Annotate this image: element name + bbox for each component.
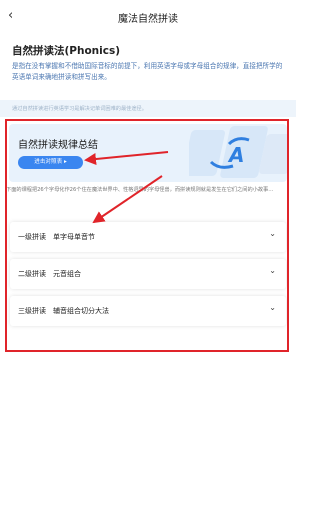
annotation-red-box <box>5 119 289 352</box>
tip-bar: 通过自然拼读进行英语学习是解决记单词困难的最佳途径。 <box>0 100 296 117</box>
tip-text: 通过自然拼读进行英语学习是解决记单词困难的最佳途径。 <box>12 106 147 112</box>
nav-bar: ‹ 魔法自然拼读 <box>0 0 296 34</box>
intro-section: 自然拼读法(Phonics) 是指在没有掌握和不借助国际音标的前提下，利用英语字… <box>0 34 296 100</box>
intro-body: 是指在没有掌握和不借助国际音标的前提下，利用英语字母或字母组合的规律，直接把所学… <box>12 62 283 81</box>
page-title: 魔法自然拼读 <box>118 14 178 25</box>
intro-heading: 自然拼读法(Phonics) <box>12 45 121 57</box>
